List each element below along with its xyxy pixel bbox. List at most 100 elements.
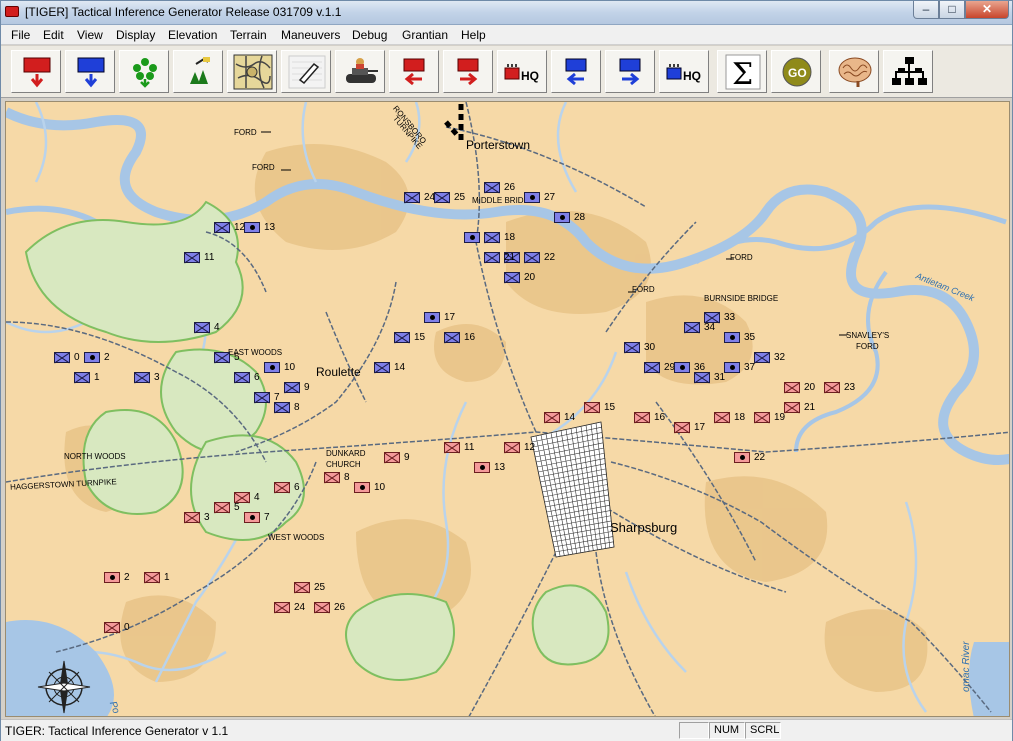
confederate-unit[interactable]: 14 <box>544 412 575 423</box>
union-unit-hq[interactable]: 28 <box>554 212 585 223</box>
confederate-unit[interactable]: 9 <box>384 452 410 463</box>
red-hq-button[interactable]: HQ <box>497 50 547 93</box>
menu-debug[interactable]: Debug <box>352 28 387 42</box>
blue-unit-left-button[interactable] <box>551 50 601 93</box>
confederate-unit[interactable]: 5 <box>214 502 240 513</box>
menu-maneuvers[interactable]: Maneuvers <box>281 28 340 42</box>
terrain-map-button[interactable] <box>227 50 277 93</box>
red-unit-right-button[interactable] <box>443 50 493 93</box>
union-unit-hq[interactable] <box>464 232 480 243</box>
union-unit[interactable]: 6 <box>234 372 260 383</box>
blue-hq-button[interactable]: HQ <box>659 50 709 93</box>
title-bar[interactable]: [TIGER] Tactical Inference Generator Rel… <box>1 1 1012 25</box>
confederate-unit-hq[interactable]: 7 <box>244 512 270 523</box>
hq-marker-icon <box>680 365 685 370</box>
confederate-unit[interactable]: 21 <box>784 402 815 413</box>
union-unit[interactable]: 1 <box>74 372 100 383</box>
menu-display[interactable]: Display <box>116 28 155 42</box>
union-unit[interactable]: 30 <box>624 342 655 353</box>
forest-tool-button[interactable] <box>173 50 223 93</box>
menu-view[interactable]: View <box>77 28 103 42</box>
union-unit[interactable]: 8 <box>274 402 300 413</box>
red-unit-down-button[interactable] <box>11 50 61 93</box>
sigma-button[interactable]: Σ <box>717 50 767 93</box>
confederate-unit[interactable]: 6 <box>274 482 300 493</box>
confederate-unit[interactable]: 15 <box>584 402 615 413</box>
hq-marker-icon <box>560 215 565 220</box>
menu-edit[interactable]: Edit <box>43 28 64 42</box>
confederate-unit[interactable]: 17 <box>674 422 705 433</box>
union-unit-hq[interactable]: 13 <box>244 222 275 233</box>
union-unit-hq[interactable]: 37 <box>724 362 755 373</box>
confederate-unit-hq[interactable]: 13 <box>474 462 505 473</box>
union-unit-hq[interactable]: 10 <box>264 362 295 373</box>
union-unit[interactable]: 18 <box>484 232 515 243</box>
union-unit[interactable]: 25 <box>434 192 465 203</box>
union-unit[interactable]: 11 <box>184 252 214 263</box>
union-unit[interactable]: 20 <box>504 272 535 283</box>
blue-unit-down-button[interactable] <box>65 50 115 93</box>
union-unit[interactable]: 21 <box>484 252 515 263</box>
hierarchy-button[interactable] <box>883 50 933 93</box>
menu-grantian[interactable]: Grantian <box>402 28 448 42</box>
green-asterisk-button[interactable] <box>119 50 169 93</box>
union-unit[interactable]: 12 <box>214 222 245 233</box>
union-unit[interactable]: 29 <box>644 362 675 373</box>
union-unit[interactable]: 4 <box>194 322 220 333</box>
union-unit[interactable]: 24 <box>404 192 435 203</box>
union-unit-hq[interactable]: 36 <box>674 362 705 373</box>
union-unit[interactable]: 16 <box>444 332 475 343</box>
confederate-unit[interactable]: 20 <box>784 382 815 393</box>
river-potomac: omac River <box>961 641 972 692</box>
union-unit[interactable]: 32 <box>754 352 785 363</box>
union-unit-hq[interactable]: 17 <box>424 312 455 323</box>
battle-map[interactable]: Porterstown Roulette Sharpsburg FORD FOR… <box>5 101 1010 717</box>
union-unit[interactable]: 0 <box>54 352 80 363</box>
union-unit-hq[interactable]: 2 <box>84 352 110 363</box>
confederate-unit-hq[interactable]: 22 <box>734 452 765 463</box>
union-unit[interactable]: 34 <box>684 322 715 333</box>
maximize-button[interactable]: □ <box>939 1 965 19</box>
confederate-unit[interactable]: 11 <box>444 442 474 453</box>
close-button[interactable]: ✕ <box>965 1 1009 19</box>
union-unit[interactable]: 31 <box>694 372 725 383</box>
confederate-unit[interactable]: 18 <box>714 412 745 423</box>
pencil-eraser-button[interactable] <box>281 50 331 93</box>
menu-elevation[interactable]: Elevation <box>168 28 217 42</box>
confederate-unit[interactable]: 24 <box>274 602 305 613</box>
go-button[interactable]: GO <box>771 50 821 93</box>
union-unit[interactable]: 14 <box>374 362 405 373</box>
app-icon[interactable] <box>5 6 19 17</box>
menu-file[interactable]: File <box>11 28 30 42</box>
confederate-unit[interactable]: 0 <box>104 622 130 633</box>
confederate-unit[interactable]: 26 <box>314 602 345 613</box>
union-unit[interactable]: 3 <box>134 372 160 383</box>
union-unit[interactable]: 9 <box>284 382 310 393</box>
confederate-unit[interactable]: 16 <box>634 412 665 423</box>
union-unit[interactable]: 15 <box>394 332 425 343</box>
confederate-unit[interactable]: 23 <box>824 382 855 393</box>
confederate-unit[interactable]: 1 <box>144 572 170 583</box>
confederate-unit[interactable]: 25 <box>294 582 325 593</box>
confederate-unit[interactable]: 12 <box>504 442 535 453</box>
blue-unit-right-button[interactable] <box>605 50 655 93</box>
confederate-unit[interactable]: 8 <box>324 472 350 483</box>
red-unit-left-button[interactable] <box>389 50 439 93</box>
confederate-unit-hq[interactable]: 2 <box>104 572 130 583</box>
union-unit-hq[interactable]: 35 <box>724 332 755 343</box>
union-unit[interactable]: 5 <box>214 352 240 363</box>
unit-number: 3 <box>204 512 210 523</box>
union-unit-hq[interactable]: 27 <box>524 192 555 203</box>
minimize-button[interactable]: – <box>913 1 939 19</box>
unit-number: 15 <box>604 402 616 413</box>
union-unit[interactable]: 26 <box>484 182 515 193</box>
confederate-unit[interactable]: 3 <box>184 512 210 523</box>
brain-button[interactable] <box>829 50 879 93</box>
tank-button[interactable] <box>335 50 385 93</box>
confederate-unit-hq[interactable]: 10 <box>354 482 385 493</box>
union-unit[interactable]: 22 <box>524 252 555 263</box>
menu-help[interactable]: Help <box>461 28 486 42</box>
menu-terrain[interactable]: Terrain <box>230 28 267 42</box>
confederate-unit[interactable]: 19 <box>754 412 785 423</box>
union-unit[interactable]: 7 <box>254 392 280 403</box>
